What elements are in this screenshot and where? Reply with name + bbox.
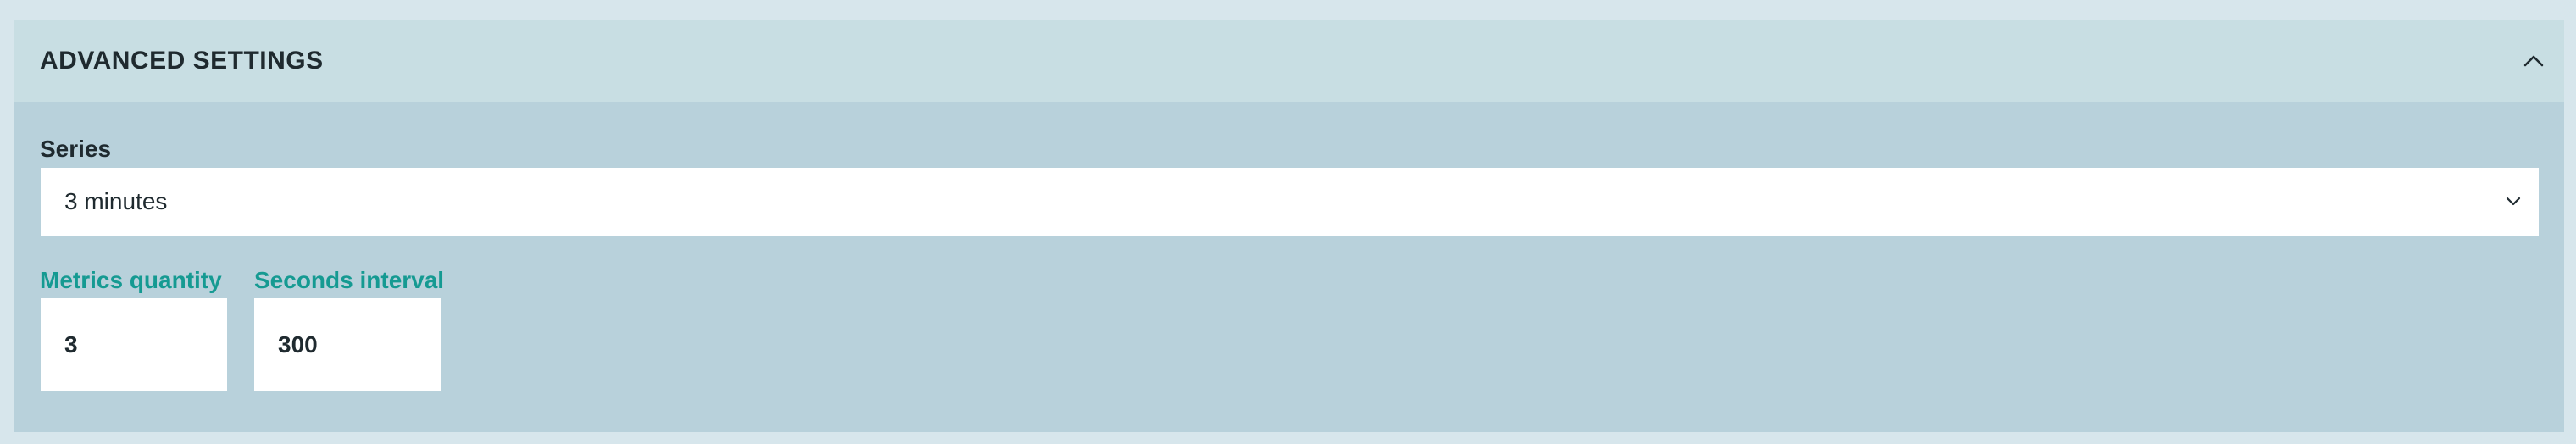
series-select[interactable]: 3 minutes [41,168,2539,236]
advanced-settings-panel: ADVANCED SETTINGS Series 3 minutes Metri… [14,20,2564,432]
series-selected-value: 3 minutes [64,188,168,214]
series-label: Series [40,136,112,162]
metrics-quantity-label: Metrics quantity [40,267,222,293]
seconds-interval-label: Seconds interval [254,267,445,293]
seconds-interval-input[interactable] [254,298,441,391]
metrics-quantity-input[interactable] [41,298,227,391]
chevron-down-icon [2506,197,2521,206]
chevron-up-icon[interactable] [2517,44,2551,78]
panel-title: ADVANCED SETTINGS [40,47,324,75]
advanced-settings-header[interactable]: ADVANCED SETTINGS [14,20,2564,102]
